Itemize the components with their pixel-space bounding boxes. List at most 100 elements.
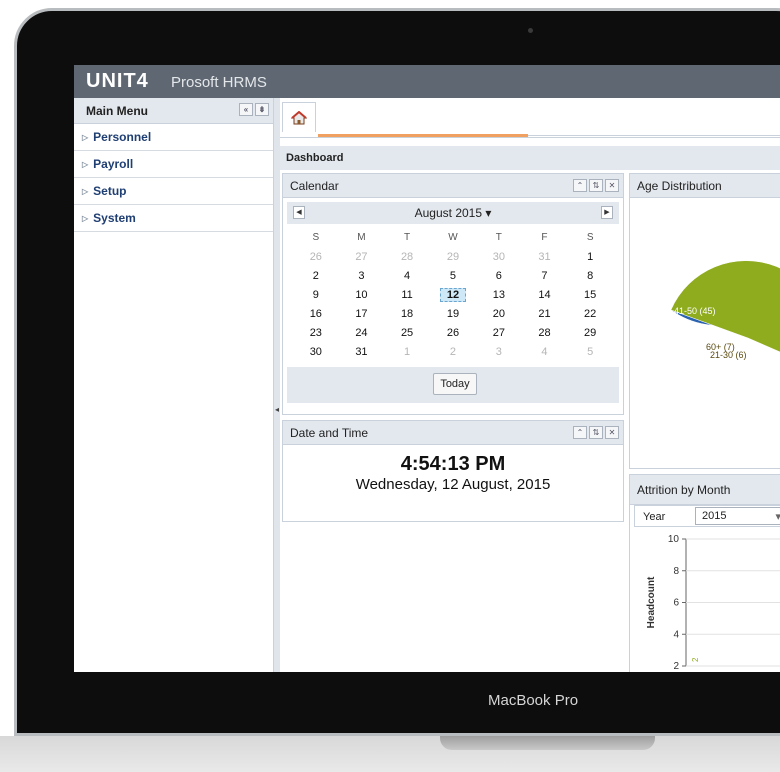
sidebar-title: Main Menu	[86, 104, 148, 118]
age-pie-chart: 41-50 (45)51-60 (20)60+ (7)21-30 (6)	[670, 260, 780, 360]
sidebar-item-payroll[interactable]: ▷ Payroll	[74, 151, 273, 178]
calendar-day[interactable]: 14	[522, 285, 568, 304]
app-screen: UNIT4 Prosoft HRMS Main Menu « ⇟ ▷ Perso…	[74, 65, 780, 672]
calendar-day[interactable]: 22	[567, 304, 613, 323]
calendar-day[interactable]: 26	[293, 247, 339, 266]
calendar-day[interactable]: 5	[430, 266, 476, 285]
weekday-header: T	[404, 232, 411, 243]
expand-arrow-icon: ▷	[82, 213, 89, 223]
active-tab-indicator	[318, 134, 528, 137]
calendar-day[interactable]: 4	[522, 342, 568, 361]
calendar-panel: Calendar ⌃ ⇅ ✕ ◀ August 2015 ▾ ▶ S M T W T F S…	[282, 173, 624, 415]
calendar-day[interactable]: 16	[293, 304, 339, 323]
calendar-day[interactable]: 25	[384, 323, 430, 342]
tab-home[interactable]	[282, 102, 316, 132]
calendar-day[interactable]: 28	[384, 247, 430, 266]
calendar-day[interactable]: 2	[293, 266, 339, 285]
calendar-day[interactable]: 13	[476, 285, 522, 304]
calendar-day[interactable]: 2	[430, 342, 476, 361]
collapse-sidebar-button[interactable]: «	[239, 103, 253, 116]
calendar-day[interactable]: 17	[339, 304, 385, 323]
calendar-day[interactable]: 26	[430, 323, 476, 342]
calendar-day[interactable]: 11	[384, 285, 430, 304]
chevron-down-icon: ▾	[775, 511, 780, 523]
calendar-day[interactable]: 1	[384, 342, 430, 361]
collapse-panel-button[interactable]: ⌃	[573, 426, 587, 439]
calendar-day[interactable]: 31	[522, 247, 568, 266]
year-label: Year	[643, 511, 666, 523]
datetime-panel: Date and Time ⌃ ⇅ ✕ 4:54:13 PM Wednesday…	[282, 420, 624, 522]
current-time: 4:54:13 PM	[400, 453, 506, 475]
today-button[interactable]: Today	[433, 373, 477, 395]
attrition-header: Attrition by Month	[630, 475, 780, 505]
calendar-day[interactable]: 18	[384, 304, 430, 323]
sidebar-item-personnel[interactable]: ▷ Personnel	[74, 124, 273, 151]
calendar-day[interactable]: 28	[522, 323, 568, 342]
pie-slice-label: 21-30 (6)	[710, 350, 747, 360]
calendar-day[interactable]: 1	[567, 247, 613, 266]
sidebar-item-setup[interactable]: ▷ Setup	[74, 178, 273, 205]
sidebar-item-label: Setup	[93, 184, 127, 198]
datetime-title: Date and Time	[290, 426, 369, 440]
sidebar-item-system[interactable]: ▷ System	[74, 205, 273, 232]
calendar-day[interactable]: 9	[293, 285, 339, 304]
calendar-day[interactable]: 27	[476, 323, 522, 342]
main-content: Dashboard Calendar ⌃ ⇅ ✕ ◀ August 2015 ▾…	[280, 98, 780, 672]
camera-dot	[528, 28, 533, 33]
sidebar-item-label: System	[93, 211, 136, 225]
calendar-day[interactable]: 7	[522, 266, 568, 285]
expand-arrow-icon: ▷	[82, 159, 89, 169]
calendar-day[interactable]: 4	[384, 266, 430, 285]
calendar-title: Calendar	[290, 179, 339, 193]
close-panel-button[interactable]: ✕	[605, 426, 619, 439]
calendar-day[interactable]: 30	[293, 342, 339, 361]
weekday-header: F	[541, 232, 548, 243]
y-tick-label: 8	[673, 566, 679, 577]
pie-slice-label: 51-60 (20)	[678, 330, 720, 340]
current-date: Wednesday, 12 August, 2015	[355, 476, 551, 493]
collapse-panel-button[interactable]: ⌃	[573, 179, 587, 192]
calendar-day[interactable]: 3	[339, 266, 385, 285]
app-logo: UNIT4	[86, 70, 149, 92]
app-header: UNIT4 Prosoft HRMS	[74, 65, 780, 98]
month-selector[interactable]: August 2015 ▾	[415, 206, 492, 220]
next-month-button[interactable]: ▶	[601, 206, 613, 219]
splitter-grip-icon[interactable]: ◂	[275, 405, 279, 414]
previous-month-button[interactable]: ◀	[293, 206, 305, 219]
calendar-day[interactable]: 8	[567, 266, 613, 285]
weekday-header: M	[357, 232, 366, 243]
dashboard-title: Dashboard	[280, 146, 780, 170]
tab-divider	[528, 135, 780, 136]
calendar-day[interactable]: 6	[476, 266, 522, 285]
year-select[interactable]: 2015 ▾	[695, 507, 780, 525]
calendar-day[interactable]: 23	[293, 323, 339, 342]
pie-slice-label: 41-50 (45)	[674, 306, 716, 316]
settings-panel-button[interactable]: ⇅	[589, 179, 603, 192]
calendar-day[interactable]: 24	[339, 323, 385, 342]
close-panel-button[interactable]: ✕	[605, 179, 619, 192]
calendar-day[interactable]: 19	[430, 304, 476, 323]
calendar-day[interactable]: 15	[567, 285, 613, 304]
calendar-day[interactable]: 31	[339, 342, 385, 361]
y-tick-label: 10	[668, 534, 680, 545]
calendar-day[interactable]: 3	[476, 342, 522, 361]
calendar-day[interactable]: 10	[339, 285, 385, 304]
sidebar-item-label: Personnel	[93, 130, 152, 144]
settings-panel-button[interactable]: ⇅	[589, 426, 603, 439]
calendar-day[interactable]: 5	[567, 342, 613, 361]
weekday-header: W	[448, 232, 458, 243]
calendar-day[interactable]: 29	[567, 323, 613, 342]
expand-arrow-icon: ▷	[82, 186, 89, 196]
calendar-day[interactable]: 12	[430, 285, 476, 304]
calendar-day[interactable]: 29	[430, 247, 476, 266]
datetime-panel-header: Date and Time ⌃ ⇅ ✕	[283, 421, 623, 445]
calendar-day[interactable]: 21	[522, 304, 568, 323]
age-distribution-panel: Age Distribution 41-50 (45) 51-60 (20) 60+…	[629, 173, 780, 469]
sidebar-item-label: Payroll	[93, 157, 134, 171]
pin-sidebar-button[interactable]: ⇟	[255, 103, 269, 116]
calendar-day[interactable]: 20	[476, 304, 522, 323]
calendar-day[interactable]: 27	[339, 247, 385, 266]
y-tick-label: 2	[673, 661, 679, 672]
calendar-day[interactable]: 30	[476, 247, 522, 266]
expand-arrow-icon: ▷	[82, 132, 89, 142]
